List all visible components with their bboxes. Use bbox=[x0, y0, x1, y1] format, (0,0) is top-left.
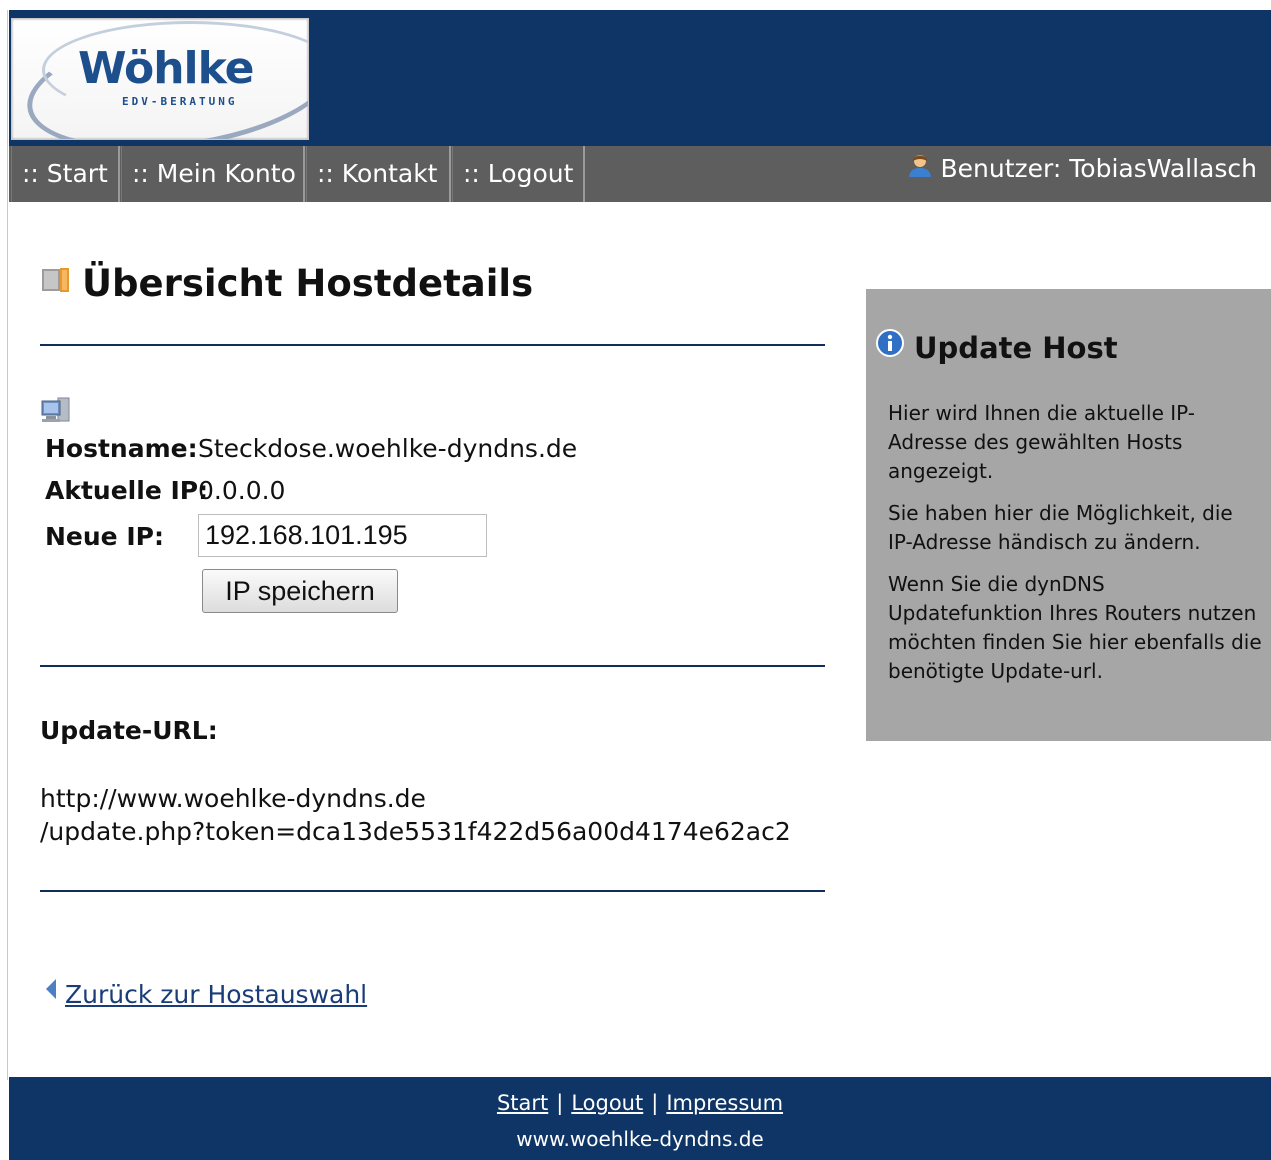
footer-links: Start | Logout | Impressum bbox=[9, 1091, 1271, 1115]
page-left-border bbox=[7, 10, 8, 1080]
nav-logout[interactable]: :: Logout bbox=[452, 146, 585, 202]
update-url-label: Update-URL: bbox=[40, 716, 218, 745]
user-icon bbox=[907, 147, 933, 193]
new-ip-label: Neue IP: bbox=[45, 522, 164, 551]
sidebar-title: Update Host bbox=[876, 328, 1118, 368]
footer-site-url: www.woehlke-dyndns.de bbox=[516, 1127, 764, 1151]
logo[interactable]: Wöhlke EDV-BERATUNG bbox=[11, 18, 309, 140]
update-url-text: http://www.woehlke-dyndns.de /update.php… bbox=[40, 782, 791, 848]
sidebar-text-1: Hier wird Ihnen die aktuelle IP-Adresse … bbox=[888, 401, 1195, 483]
footer-link-start[interactable]: Start bbox=[497, 1091, 548, 1115]
user-label: Benutzer: TobiasWallasch bbox=[940, 154, 1257, 183]
save-ip-button[interactable]: IP speichern bbox=[202, 569, 398, 613]
update-url-line2: /update.php?token=dca13de5531f422d56a00d… bbox=[40, 817, 791, 846]
book-icon bbox=[40, 260, 72, 303]
sidebar-title-text: Update Host bbox=[914, 331, 1118, 365]
current-ip-value: 0.0.0.0 bbox=[198, 476, 286, 505]
nav-mein-konto[interactable]: :: Mein Konto bbox=[121, 146, 305, 202]
new-ip-input[interactable] bbox=[198, 514, 487, 557]
logo-subtitle: EDV-BERATUNG bbox=[122, 95, 238, 108]
update-url-line1: http://www.woehlke-dyndns.de bbox=[40, 784, 426, 813]
sidebar-text-2: Sie haben hier die Möglichkeit, die IP-A… bbox=[888, 501, 1233, 554]
back-to-host-selection-link[interactable]: Zurück zur Hostauswahl bbox=[45, 978, 368, 1011]
arrow-left-icon bbox=[45, 976, 57, 1005]
footer-separator: | bbox=[556, 1091, 564, 1115]
nav-kontakt[interactable]: :: Kontakt bbox=[306, 146, 451, 202]
hostname-value: Steckdose.woehlke-dyndns.de bbox=[198, 434, 578, 463]
back-link-label: Zurück zur Hostauswahl bbox=[65, 980, 368, 1009]
divider bbox=[40, 890, 825, 892]
footer: Start | Logout | Impressum www.woehlke-dyndn… bbox=[9, 1077, 1271, 1160]
footer-link-impressum[interactable]: Impressum bbox=[666, 1091, 783, 1115]
footer-link-logout[interactable]: Logout bbox=[571, 1091, 643, 1115]
page-title: Übersicht Hostdetails bbox=[40, 262, 533, 307]
divider bbox=[40, 344, 825, 346]
info-sidebar: Update Host Hier wird Ihnen die aktuelle… bbox=[866, 289, 1271, 741]
logo-name: Wöhlke bbox=[78, 43, 255, 94]
hostname-label: Hostname: bbox=[45, 434, 198, 463]
computer-icon bbox=[40, 396, 72, 428]
nav-start[interactable]: :: Start bbox=[11, 146, 120, 202]
sidebar-text-3: Wenn Sie die dynDNS Updatefunktion Ihres… bbox=[888, 572, 1262, 683]
current-ip-label: Aktuelle IP: bbox=[45, 476, 209, 505]
divider bbox=[40, 665, 825, 667]
info-icon bbox=[876, 328, 904, 364]
page-title-text: Übersicht Hostdetails bbox=[82, 262, 534, 305]
footer-separator: | bbox=[651, 1091, 659, 1115]
user-info: Benutzer: TobiasWallasch bbox=[907, 146, 1257, 192]
